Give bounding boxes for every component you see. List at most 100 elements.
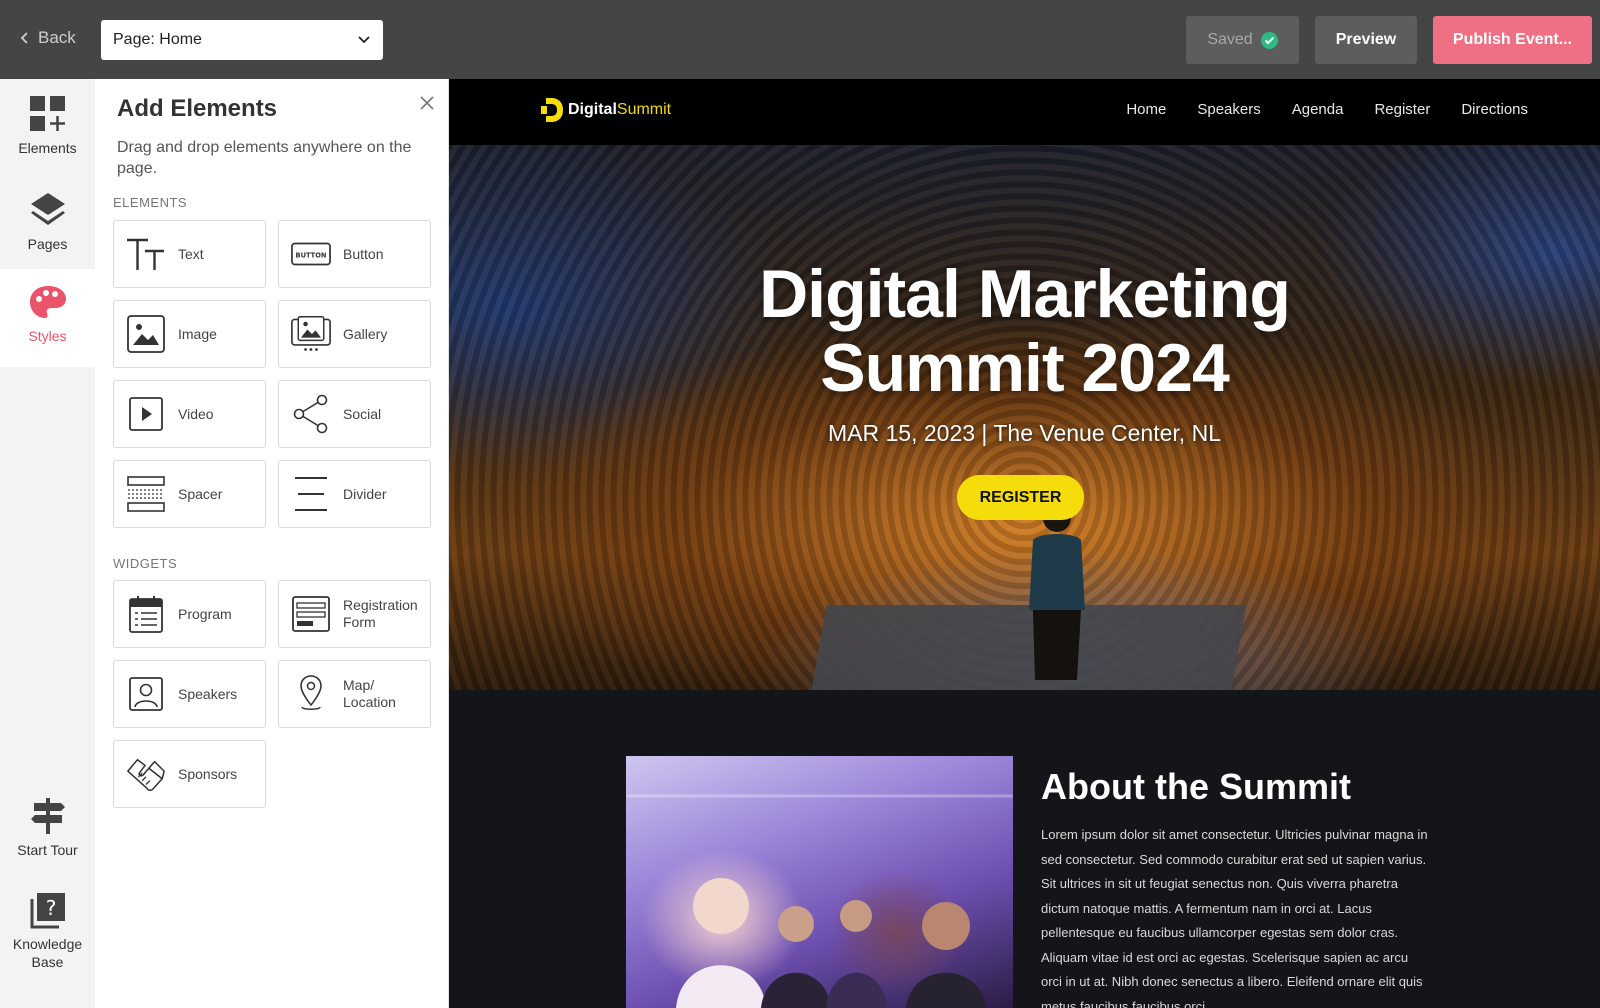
about-body: Lorem ipsum dolor sit amet consectetur. … xyxy=(1041,827,1428,1008)
widget-speakers[interactable]: Speakers xyxy=(113,660,266,728)
nav-link-agenda[interactable]: Agenda xyxy=(1292,101,1344,118)
preview-button[interactable]: Preview xyxy=(1315,16,1417,64)
element-button-label: Button xyxy=(343,245,384,262)
element-button[interactable]: BUTTON Button xyxy=(278,220,431,288)
widget-sponsors[interactable]: Sponsors xyxy=(113,740,266,808)
saved-button[interactable]: Saved xyxy=(1186,16,1299,64)
widget-registration-form-label: Registration Form xyxy=(343,597,418,630)
back-label: Back xyxy=(38,28,76,47)
site-logo[interactable]: DigitalSummit xyxy=(540,97,671,123)
widget-registration-form[interactable]: Registration Form xyxy=(278,580,431,648)
site-navbar: DigitalSummit Home Speakers Agenda Regis… xyxy=(449,79,1600,145)
help-book-icon: ? xyxy=(30,893,65,929)
publish-event-button[interactable]: Publish Event... xyxy=(1433,16,1592,64)
about-title: About the Summit xyxy=(1041,766,1351,807)
left-rail: Elements Pages Styles Start Tour ? Knowl… xyxy=(0,79,95,1008)
rail-label-knowledge-base: Knowledge Base xyxy=(12,936,83,970)
about-image[interactable] xyxy=(626,756,1013,1008)
rail-label-styles: Styles xyxy=(28,328,67,344)
handshake-icon xyxy=(126,754,166,794)
video-icon xyxy=(126,394,166,434)
nav-link-directions[interactable]: Directions xyxy=(1461,101,1528,118)
button-icon: BUTTON xyxy=(291,234,331,274)
element-divider-label: Divider xyxy=(343,485,387,502)
logo-accent: Summit xyxy=(616,101,672,118)
page-select-value: Page: Home xyxy=(113,31,202,48)
logo-mark-icon xyxy=(541,98,563,122)
elements-heading: ELEMENTS xyxy=(113,195,188,210)
speaker-portrait-icon xyxy=(126,674,166,714)
element-text[interactable]: Text xyxy=(113,220,266,288)
hero-register-button[interactable]: REGISTER xyxy=(957,475,1084,520)
nav-link-speakers[interactable]: Speakers xyxy=(1197,101,1260,118)
element-spacer-label: Spacer xyxy=(178,485,223,502)
page-select[interactable]: Page: Home xyxy=(101,20,383,60)
widget-map-location[interactable]: Map/ Location xyxy=(278,660,431,728)
hero-title-line-1: Digital Marketing xyxy=(759,256,1291,332)
map-pin-icon xyxy=(291,674,331,714)
logo-main: Digital xyxy=(568,101,617,118)
calendar-icon xyxy=(126,594,166,634)
rail-item-start-tour[interactable]: Start Tour xyxy=(0,797,95,881)
hero-subtitle: MAR 15, 2023 | The Venue Center, NL xyxy=(828,420,1221,446)
page-preview-canvas[interactable]: DigitalSummit Home Speakers Agenda Regis… xyxy=(449,79,1600,1008)
widgets-heading: WIDGETS xyxy=(113,556,178,571)
widget-speakers-label: Speakers xyxy=(178,685,238,702)
rail-item-styles[interactable]: Styles xyxy=(0,269,95,367)
widget-program[interactable]: Program xyxy=(113,580,266,648)
divider-icon xyxy=(291,474,331,514)
top-toolbar: Back Page: Home Saved Preview Publish Ev… xyxy=(0,0,1600,79)
logo-text: DigitalSummit xyxy=(568,101,671,119)
element-gallery-label: Gallery xyxy=(343,325,388,342)
check-circle-icon xyxy=(1260,31,1278,49)
chevron-left-icon xyxy=(20,32,28,44)
palette-icon xyxy=(29,286,66,318)
nav-link-home[interactable]: Home xyxy=(1126,101,1166,118)
site-nav-links: Home Speakers Agenda Register Directions xyxy=(1126,101,1528,118)
element-image[interactable]: Image xyxy=(113,300,266,368)
about-image-figures xyxy=(626,794,1013,1008)
widget-sponsors-label: Sponsors xyxy=(178,765,238,782)
share-icon xyxy=(291,394,331,434)
preview-label: Preview xyxy=(1335,31,1397,48)
text-icon xyxy=(126,234,166,274)
element-social[interactable]: Social xyxy=(278,380,431,448)
element-gallery[interactable]: Gallery xyxy=(278,300,431,368)
button-icon-text: BUTTON xyxy=(296,251,327,259)
layers-icon xyxy=(30,193,65,225)
element-social-label: Social xyxy=(343,405,382,422)
element-divider[interactable]: Divider xyxy=(278,460,431,528)
rail-label-pages: Pages xyxy=(27,236,68,252)
widget-map-location-label: Map/ Location xyxy=(343,677,396,710)
grid-plus-icon xyxy=(29,96,65,131)
hero-section[interactable]: Digital Marketing Summit 2024 MAR 15, 20… xyxy=(449,145,1600,690)
element-video[interactable]: Video xyxy=(113,380,266,448)
widget-program-label: Program xyxy=(178,605,232,622)
speaker-silhouette xyxy=(1029,504,1085,680)
saved-label: Saved xyxy=(1207,31,1253,48)
image-icon xyxy=(126,314,166,354)
back-button[interactable]: Back xyxy=(20,28,76,48)
publish-label: Publish Event... xyxy=(1452,31,1573,48)
chevron-down-icon xyxy=(358,36,370,44)
hero-title-line-2: Summit 2024 xyxy=(820,330,1230,406)
close-icon[interactable] xyxy=(417,93,437,113)
panel-description: Drag and drop elements anywhere on the p… xyxy=(117,139,412,177)
panel-title: Add Elements xyxy=(117,95,278,122)
add-elements-panel: Add Elements Drag and drop elements anyw… xyxy=(95,79,449,1008)
form-icon xyxy=(291,594,331,634)
element-video-label: Video xyxy=(178,405,214,422)
element-image-label: Image xyxy=(178,325,217,342)
rail-item-elements[interactable]: Elements xyxy=(0,95,95,179)
spacer-icon xyxy=(126,474,166,514)
element-spacer[interactable]: Spacer xyxy=(113,460,266,528)
rail-label-elements: Elements xyxy=(18,140,77,156)
rail-item-knowledge-base[interactable]: ? Knowledge Base xyxy=(0,891,95,991)
gallery-icon xyxy=(291,314,331,354)
svg-text:?: ? xyxy=(45,896,56,920)
hero-title: Digital Marketing Summit 2024 xyxy=(449,257,1600,405)
element-text-label: Text xyxy=(178,245,204,262)
signpost-icon xyxy=(30,798,65,834)
rail-item-pages[interactable]: Pages xyxy=(0,191,95,273)
nav-link-register[interactable]: Register xyxy=(1374,101,1430,118)
